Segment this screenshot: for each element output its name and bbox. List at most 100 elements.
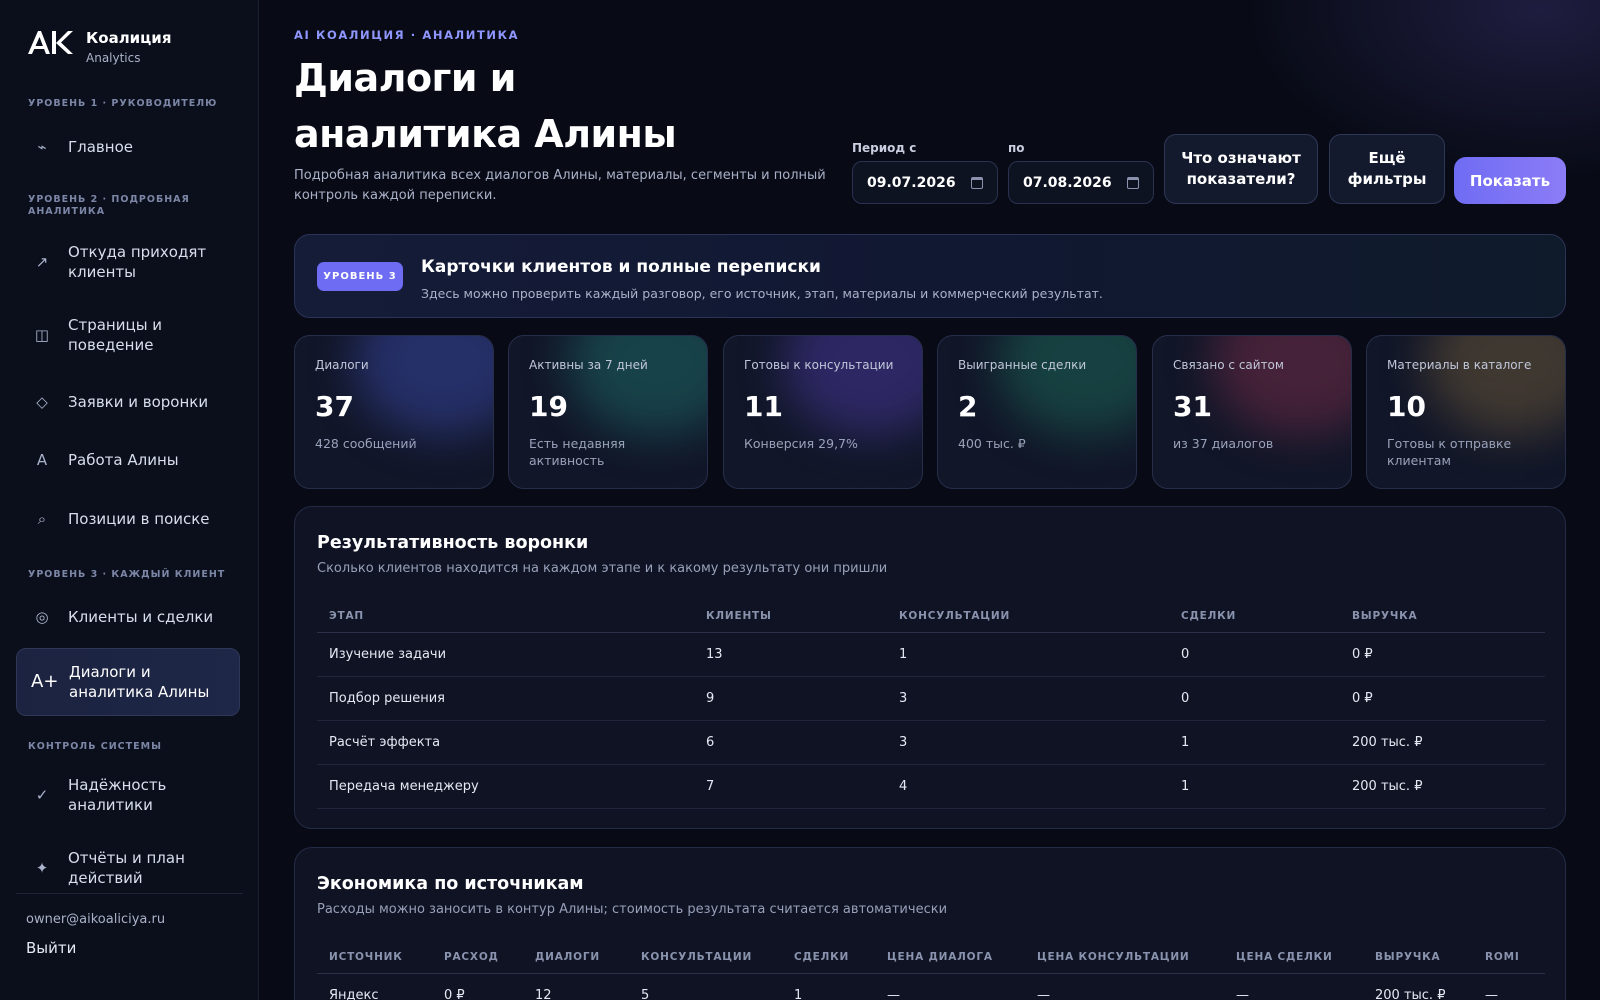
date-from-label: Период с <box>852 141 917 155</box>
table-cell: Подбор решения <box>317 676 694 721</box>
economics-panel: Экономика по источникам Расходы можно за… <box>294 847 1566 1000</box>
stat-card: Готовы к консультации 11 Конверсия 29,7% <box>723 335 923 489</box>
table-row[interactable]: Передача менеджеру 7 4 1 200 тыс. ₽ <box>317 764 1545 809</box>
stat-label: Активны за 7 дней <box>529 358 648 372</box>
table-cell: 1 <box>782 973 875 1000</box>
table-cell: — <box>1025 973 1224 1000</box>
calendar-icon[interactable] <box>1127 176 1139 189</box>
stat-note: из 37 диалогов <box>1173 436 1274 451</box>
sidebar-item-label: Надёжность аналитики <box>68 776 167 814</box>
economics-table: ИСТОЧНИК РАСХОД ДИАЛОГИ КОНСУЛЬТАЦИИ СДЕЛКИ Ц… <box>317 941 1545 1000</box>
level-banner: УРОВЕНЬ 3 Карточки клиентов и полные пер… <box>294 234 1566 318</box>
explain-metrics-button[interactable]: Что означают показатели? <box>1164 134 1318 204</box>
stat-label: Готовы к консультации <box>744 358 894 372</box>
stat-note: 400 тыс. ₽ <box>958 436 1026 451</box>
stat-note: Конверсия 29,7% <box>744 436 858 451</box>
column-header: РАСХОД <box>432 941 523 974</box>
brand-name: Коалиция <box>86 29 172 47</box>
brand-logo <box>28 31 73 54</box>
table-row[interactable]: Расчёт эффекта 6 3 1 200 тыс. ₽ <box>317 720 1545 765</box>
page-description: Подробная аналитика всех диалогов Алины,… <box>294 168 826 203</box>
show-button[interactable]: Показать <box>1454 157 1566 204</box>
date-to-label: по <box>1008 141 1025 155</box>
table-cell: — <box>1473 973 1545 1000</box>
card-glow <box>567 336 707 436</box>
funnel-subtitle: Сколько клиентов находится на каждом эта… <box>317 561 888 576</box>
table-cell: 1 <box>887 632 1169 677</box>
stat-card: Диалоги 37 428 сообщений <box>294 335 494 489</box>
sidebar-item-label: Заявки и воронки <box>68 393 209 411</box>
letter-a-icon: A <box>36 451 48 469</box>
funnel-title: Результативность воронки <box>317 533 589 553</box>
funnel-table: ЭТАП КЛИЕНТЫ КОНСУЛЬТАЦИИ СДЕЛКИ ВЫРУЧКА Изу… <box>317 600 1545 809</box>
more-filters-button[interactable]: Ещё фильтры <box>1329 134 1445 204</box>
search-icon: ⌕ <box>37 510 47 528</box>
sidebar-item-clients-deals[interactable]: ◎ Клиенты и сделки <box>16 597 240 637</box>
table-cell: 0 ₽ <box>1340 676 1545 721</box>
banner-title: Карточки клиентов и полные переписки <box>421 257 821 277</box>
table-cell: 200 тыс. ₽ <box>1340 764 1545 809</box>
calendar-icon[interactable] <box>971 176 983 189</box>
sparkle-icon: ✦ <box>35 859 49 877</box>
sidebar-item-search-positions[interactable]: ⌕ Позиции в поиске <box>16 499 240 539</box>
table-row[interactable]: Подбор решения 9 3 0 0 ₽ <box>317 676 1545 721</box>
brand[interactable]: Коалиция Analytics <box>26 28 171 67</box>
table-cell: 4 <box>887 764 1169 809</box>
columns-icon: ◫ <box>34 326 50 344</box>
column-header: ВЫРУЧКА <box>1363 941 1473 974</box>
sidebar-item-label: Клиенты и сделки <box>68 608 214 626</box>
column-header: ЦЕНА ДИАЛОГА <box>875 941 1025 974</box>
sidebar-item-leads-funnels[interactable]: ◇ Заявки и воронки <box>16 382 240 422</box>
date-from-input[interactable]: 09.07.2026 <box>852 161 998 204</box>
table-cell: Изучение задачи <box>317 632 694 677</box>
stat-value: 19 <box>529 390 568 423</box>
main-content: AI КОАЛИЦИЯ · АНАЛИТИКА Диалоги и аналит… <box>260 0 1600 1000</box>
table-row[interactable]: Изучение задачи 13 1 0 0 ₽ <box>317 632 1545 677</box>
card-glow <box>1211 336 1351 436</box>
stat-value: 31 <box>1173 390 1212 423</box>
date-from-value: 09.07.2026 <box>867 174 956 191</box>
table-cell: 6 <box>694 720 887 765</box>
stat-value: 37 <box>315 390 354 423</box>
table-cell: Расчёт эффекта <box>317 720 694 765</box>
column-header: СДЕЛКИ <box>1169 600 1340 633</box>
brand-subtitle: Analytics <box>86 51 141 65</box>
date-to-input[interactable]: 07.08.2026 <box>1008 161 1154 204</box>
column-header: ВЫРУЧКА <box>1340 600 1545 633</box>
sidebar-item-label: Отчёты и план действий <box>68 849 185 887</box>
column-header: КЛИЕНТЫ <box>694 600 887 633</box>
column-header: КОНСУЛЬТАЦИИ <box>629 941 782 974</box>
sidebar-item-traffic-sources[interactable]: ↗ Откуда приходят клиенты <box>16 238 240 286</box>
diamond-icon: ◇ <box>36 393 48 411</box>
column-header: ЦЕНА СДЕЛКИ <box>1224 941 1363 974</box>
table-cell: 0 <box>1169 676 1340 721</box>
target-icon: ◎ <box>35 608 49 626</box>
date-to-value: 07.08.2026 <box>1023 174 1112 191</box>
sidebar-item-main[interactable]: ⌁ Главное <box>16 127 240 167</box>
table-cell: — <box>1224 973 1363 1000</box>
table-cell: 3 <box>887 720 1169 765</box>
table-cell: 0 ₽ <box>1340 632 1545 677</box>
stat-note: 428 сообщений <box>315 436 417 451</box>
pulse-icon: ⌁ <box>37 138 47 156</box>
sidebar-item-alina-dialogs[interactable]: A+ Диалоги и аналитика Алины <box>16 648 240 716</box>
card-glow <box>1425 336 1565 436</box>
stat-label: Связано с сайтом <box>1173 358 1284 372</box>
sidebar-item-label: Работа Алины <box>68 451 179 469</box>
table-cell: 9 <box>694 676 887 721</box>
stat-value: 11 <box>744 390 783 423</box>
table-row[interactable]: Яндекс 0 ₽12 5 1— — —200 тыс. ₽ — <box>317 973 1545 1000</box>
sidebar-item-analytics-reliability[interactable]: ✓ Надёжность аналитики <box>16 771 240 819</box>
stat-label: Диалоги <box>315 358 369 372</box>
column-header: ROMI <box>1473 941 1545 974</box>
level-badge: УРОВЕНЬ 3 <box>317 262 403 291</box>
sidebar-item-alina-work[interactable]: A Работа Алины <box>16 440 240 480</box>
sidebar-item-pages-behavior[interactable]: ◫ Страницы и поведение <box>16 311 240 359</box>
funnel-panel: Результативность воронки Сколько клиенто… <box>294 506 1566 829</box>
stat-card: Активны за 7 дней 19 Есть недавняя активно… <box>508 335 708 489</box>
section-system-control: Контроль системы <box>28 741 162 752</box>
sidebar-item-reports-plan[interactable]: ✦ Отчёты и план действий <box>16 844 240 892</box>
table-cell: 12 <box>523 973 629 1000</box>
card-glow <box>782 336 922 436</box>
logout-link[interactable]: Выйти <box>26 939 76 957</box>
